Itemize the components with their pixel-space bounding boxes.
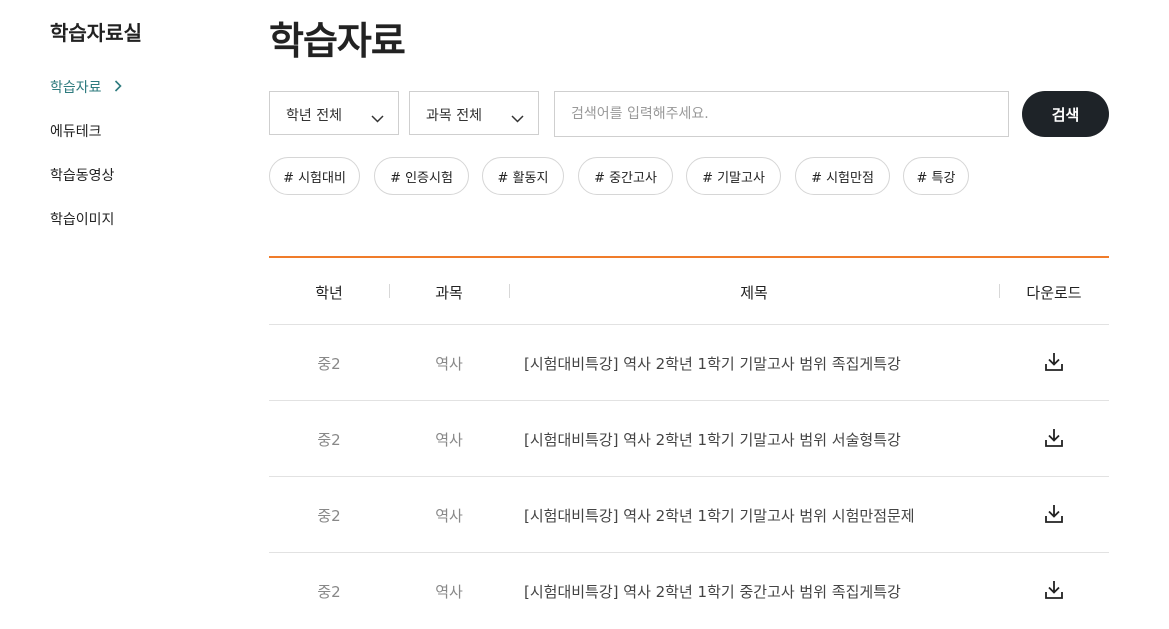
table-row: 중2 역사 [시험대비특강] 역사 2학년 1학기 기말고사 범위 서술형특강 bbox=[269, 401, 1109, 477]
download-icon[interactable] bbox=[1039, 351, 1069, 377]
sidebar-item-label: 학습동영상 bbox=[50, 168, 115, 184]
grade-select[interactable]: 학년 전체 bbox=[269, 91, 399, 135]
sidebar-title: 학습자료실 bbox=[50, 21, 142, 45]
row-subject: 역사 bbox=[435, 355, 463, 373]
search-button[interactable]: 검색 bbox=[1022, 91, 1109, 137]
tag-certification-exam[interactable]: # 인증시험 bbox=[374, 157, 469, 195]
tag-final-exam[interactable]: # 기말고사 bbox=[686, 157, 781, 195]
row-grade: 중2 bbox=[317, 431, 341, 449]
row-title-link[interactable]: [시험대비특강] 역사 2학년 1학기 기말고사 범위 시험만점문제 bbox=[524, 505, 915, 526]
sidebar-item-learning-images[interactable]: 학습이미지 bbox=[50, 209, 114, 229]
column-header-subject: 과목 bbox=[435, 284, 463, 302]
tag-midterm[interactable]: # 중간고사 bbox=[578, 157, 673, 195]
chevron-right-icon bbox=[114, 80, 122, 96]
subject-select-value: 과목 전체 bbox=[426, 108, 482, 124]
tag-perfect-score[interactable]: # 시험만점 bbox=[795, 157, 890, 195]
row-subject: 역사 bbox=[435, 507, 463, 525]
page-title: 학습자료 bbox=[269, 19, 406, 63]
column-header-title: 제목 bbox=[740, 284, 768, 302]
sidebar-item-learning-materials[interactable]: 학습자료 bbox=[50, 77, 122, 97]
tag-special-lecture[interactable]: # 특강 bbox=[903, 157, 969, 195]
table-top-border bbox=[269, 256, 1109, 258]
row-grade: 중2 bbox=[317, 355, 341, 373]
download-icon[interactable] bbox=[1039, 427, 1069, 453]
row-subject: 역사 bbox=[435, 431, 463, 449]
sidebar-item-edutech[interactable]: 에듀테크 bbox=[50, 121, 102, 141]
chevron-down-icon bbox=[371, 108, 384, 127]
table-row: 중2 역사 [시험대비특강] 역사 2학년 1학기 기말고사 범위 족집게특강 bbox=[269, 325, 1109, 401]
column-header-grade: 학년 bbox=[315, 284, 343, 302]
table-row: 중2 역사 [시험대비특강] 역사 2학년 1학기 중간고사 범위 족집게특강 bbox=[269, 553, 1109, 629]
table-row: 중2 역사 [시험대비특강] 역사 2학년 1학기 기말고사 범위 시험만점문제 bbox=[269, 477, 1109, 553]
download-icon[interactable] bbox=[1039, 503, 1069, 529]
row-title-link[interactable]: [시험대비특강] 역사 2학년 1학기 중간고사 범위 족집게특강 bbox=[524, 581, 901, 602]
tag-activity-sheet[interactable]: # 활동지 bbox=[482, 157, 564, 195]
row-subject: 역사 bbox=[435, 583, 463, 601]
row-title-link[interactable]: [시험대비특강] 역사 2학년 1학기 기말고사 범위 족집게특강 bbox=[524, 353, 901, 374]
search-input[interactable] bbox=[554, 91, 1009, 137]
download-icon[interactable] bbox=[1039, 579, 1069, 605]
chevron-down-icon bbox=[511, 108, 524, 127]
tag-exam-prep[interactable]: # 시험대비 bbox=[269, 157, 360, 195]
sidebar-item-learning-videos[interactable]: 학습동영상 bbox=[50, 165, 114, 185]
row-grade: 중2 bbox=[317, 583, 341, 601]
sidebar-item-label: 에듀테크 bbox=[50, 124, 102, 140]
sidebar-item-label: 학습이미지 bbox=[50, 212, 115, 228]
column-header-download: 다운로드 bbox=[1026, 284, 1082, 302]
subject-select[interactable]: 과목 전체 bbox=[409, 91, 539, 135]
grade-select-value: 학년 전체 bbox=[286, 108, 342, 124]
sidebar-item-label: 학습자료 bbox=[50, 80, 102, 96]
row-title-link[interactable]: [시험대비특강] 역사 2학년 1학기 기말고사 범위 서술형특강 bbox=[524, 429, 901, 450]
row-grade: 중2 bbox=[317, 507, 341, 525]
